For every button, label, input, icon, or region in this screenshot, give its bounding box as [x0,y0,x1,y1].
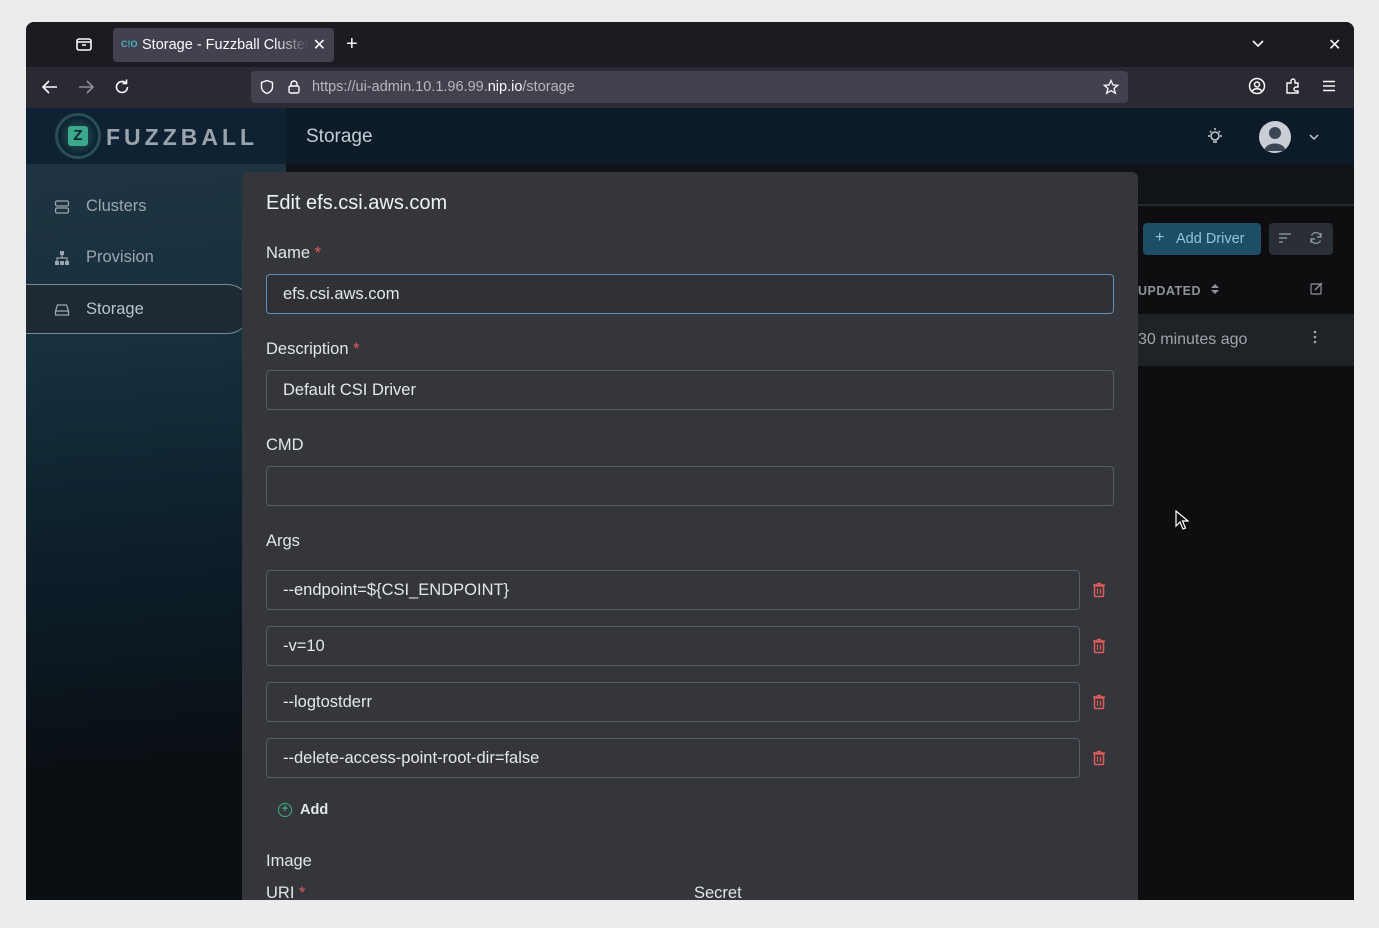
table-tools [1269,223,1333,255]
arg-input-4[interactable]: --delete-access-point-root-dir=false [266,738,1080,778]
add-driver-label: Add Driver [1176,231,1245,247]
shield-icon[interactable] [259,79,275,100]
arg-input-2[interactable]: -v=10 [266,626,1080,666]
row-updated-value: 30 minutes ago [1138,331,1248,348]
logo-mark: Z [55,113,101,159]
edit-driver-modal: Edit efs.csi.aws.com Name * efs.csi.aws.… [242,172,1138,900]
args-label: Args [266,532,300,550]
column-header-updated[interactable]: UPDATED [1138,284,1201,298]
sidebar-item-label: Provision [86,248,154,266]
favicon-icon: C!O [121,39,138,49]
modal-title: Edit efs.csi.aws.com [266,192,448,214]
firefox-view-icon[interactable] [74,34,98,58]
forward-arrow-icon[interactable] [76,77,96,97]
sidebar-item-label: Storage [86,300,144,318]
sort-icon[interactable] [1210,283,1220,298]
lightbulb-icon[interactable] [1206,127,1224,150]
plus-icon: + [1155,229,1165,246]
trash-icon[interactable] [1092,582,1106,598]
browser-tab-active[interactable]: C!O Storage - Fuzzball Cluster ✕ [113,28,334,62]
add-driver-button[interactable]: + Add Driver [1143,223,1261,255]
edit-columns-icon[interactable] [1310,282,1323,298]
plus-circle-icon: + [278,803,292,817]
kebab-menu-icon[interactable] [1312,329,1318,350]
arg-input-1[interactable]: --endpoint=${CSI_ENDPOINT} [266,570,1080,610]
sitemap-icon [54,250,70,266]
mouse-pointer-icon [1175,509,1190,535]
image-label: Image [266,852,312,870]
cmd-label: CMD [266,436,304,454]
logo-text: FUZZBALL [106,124,259,150]
trash-icon[interactable] [1092,750,1106,766]
browser-window: C!O Storage - Fuzzball Cluster ✕ + ✕ htt… [26,22,1354,900]
tab-strip: C!O Storage - Fuzzball Cluster ✕ + ✕ [26,22,1354,67]
reload-icon[interactable] [112,77,132,97]
page-title: Storage [306,126,373,147]
secret-label: Secret [694,884,742,900]
lock-icon[interactable] [286,79,302,100]
trash-icon[interactable] [1092,638,1106,654]
server-icon [54,199,70,215]
sidebar-item-storage[interactable]: Storage [26,284,252,334]
back-arrow-icon[interactable] [40,77,60,97]
logo[interactable]: Z FUZZBALL [26,108,286,164]
new-tab-button[interactable]: + [346,34,366,54]
close-tab-icon[interactable]: ✕ [313,35,326,55]
logo-letter: Z [68,126,88,146]
hamburger-menu-icon[interactable] [1320,77,1340,97]
sort-lines-icon[interactable] [1278,231,1292,248]
name-label: Name * [266,244,322,262]
extensions-icon[interactable] [1284,77,1304,97]
url-bar[interactable]: https://ui-admin.10.1.96.99.nip.io/stora… [251,71,1128,103]
avatar[interactable] [1259,121,1291,153]
app-header: Z FUZZBALL Storage [26,108,1354,164]
refresh-icon[interactable] [1309,231,1323,248]
app-root: Z FUZZBALL Storage Clusters Provision St… [26,108,1354,900]
add-arg-label: Add [300,802,329,818]
tab-title: Storage - Fuzzball Cluster [142,37,308,53]
uri-label: URI * [266,884,306,900]
close-window-button[interactable]: ✕ [1328,35,1341,55]
storage-icon [54,302,70,318]
sidebar-item-clusters[interactable]: Clusters [26,182,242,232]
bookmark-star-icon[interactable] [1102,78,1120,100]
name-input[interactable]: efs.csi.aws.com [266,274,1114,314]
description-label: Description * [266,340,360,358]
list-all-tabs-icon[interactable] [1250,36,1266,57]
trash-icon[interactable] [1092,694,1106,710]
chevron-down-icon[interactable] [1308,130,1320,148]
sidebar-item-provision[interactable]: Provision [26,233,242,283]
url-text[interactable]: https://ui-admin.10.1.96.99.nip.io/stora… [312,79,575,95]
navigation-toolbar: https://ui-admin.10.1.96.99.nip.io/stora… [26,67,1354,108]
description-input[interactable]: Default CSI Driver [266,370,1114,410]
cmd-input[interactable] [266,466,1114,506]
arg-input-3[interactable]: --logtostderr [266,682,1080,722]
account-icon[interactable] [1248,77,1268,97]
sidebar-item-label: Clusters [86,197,147,215]
